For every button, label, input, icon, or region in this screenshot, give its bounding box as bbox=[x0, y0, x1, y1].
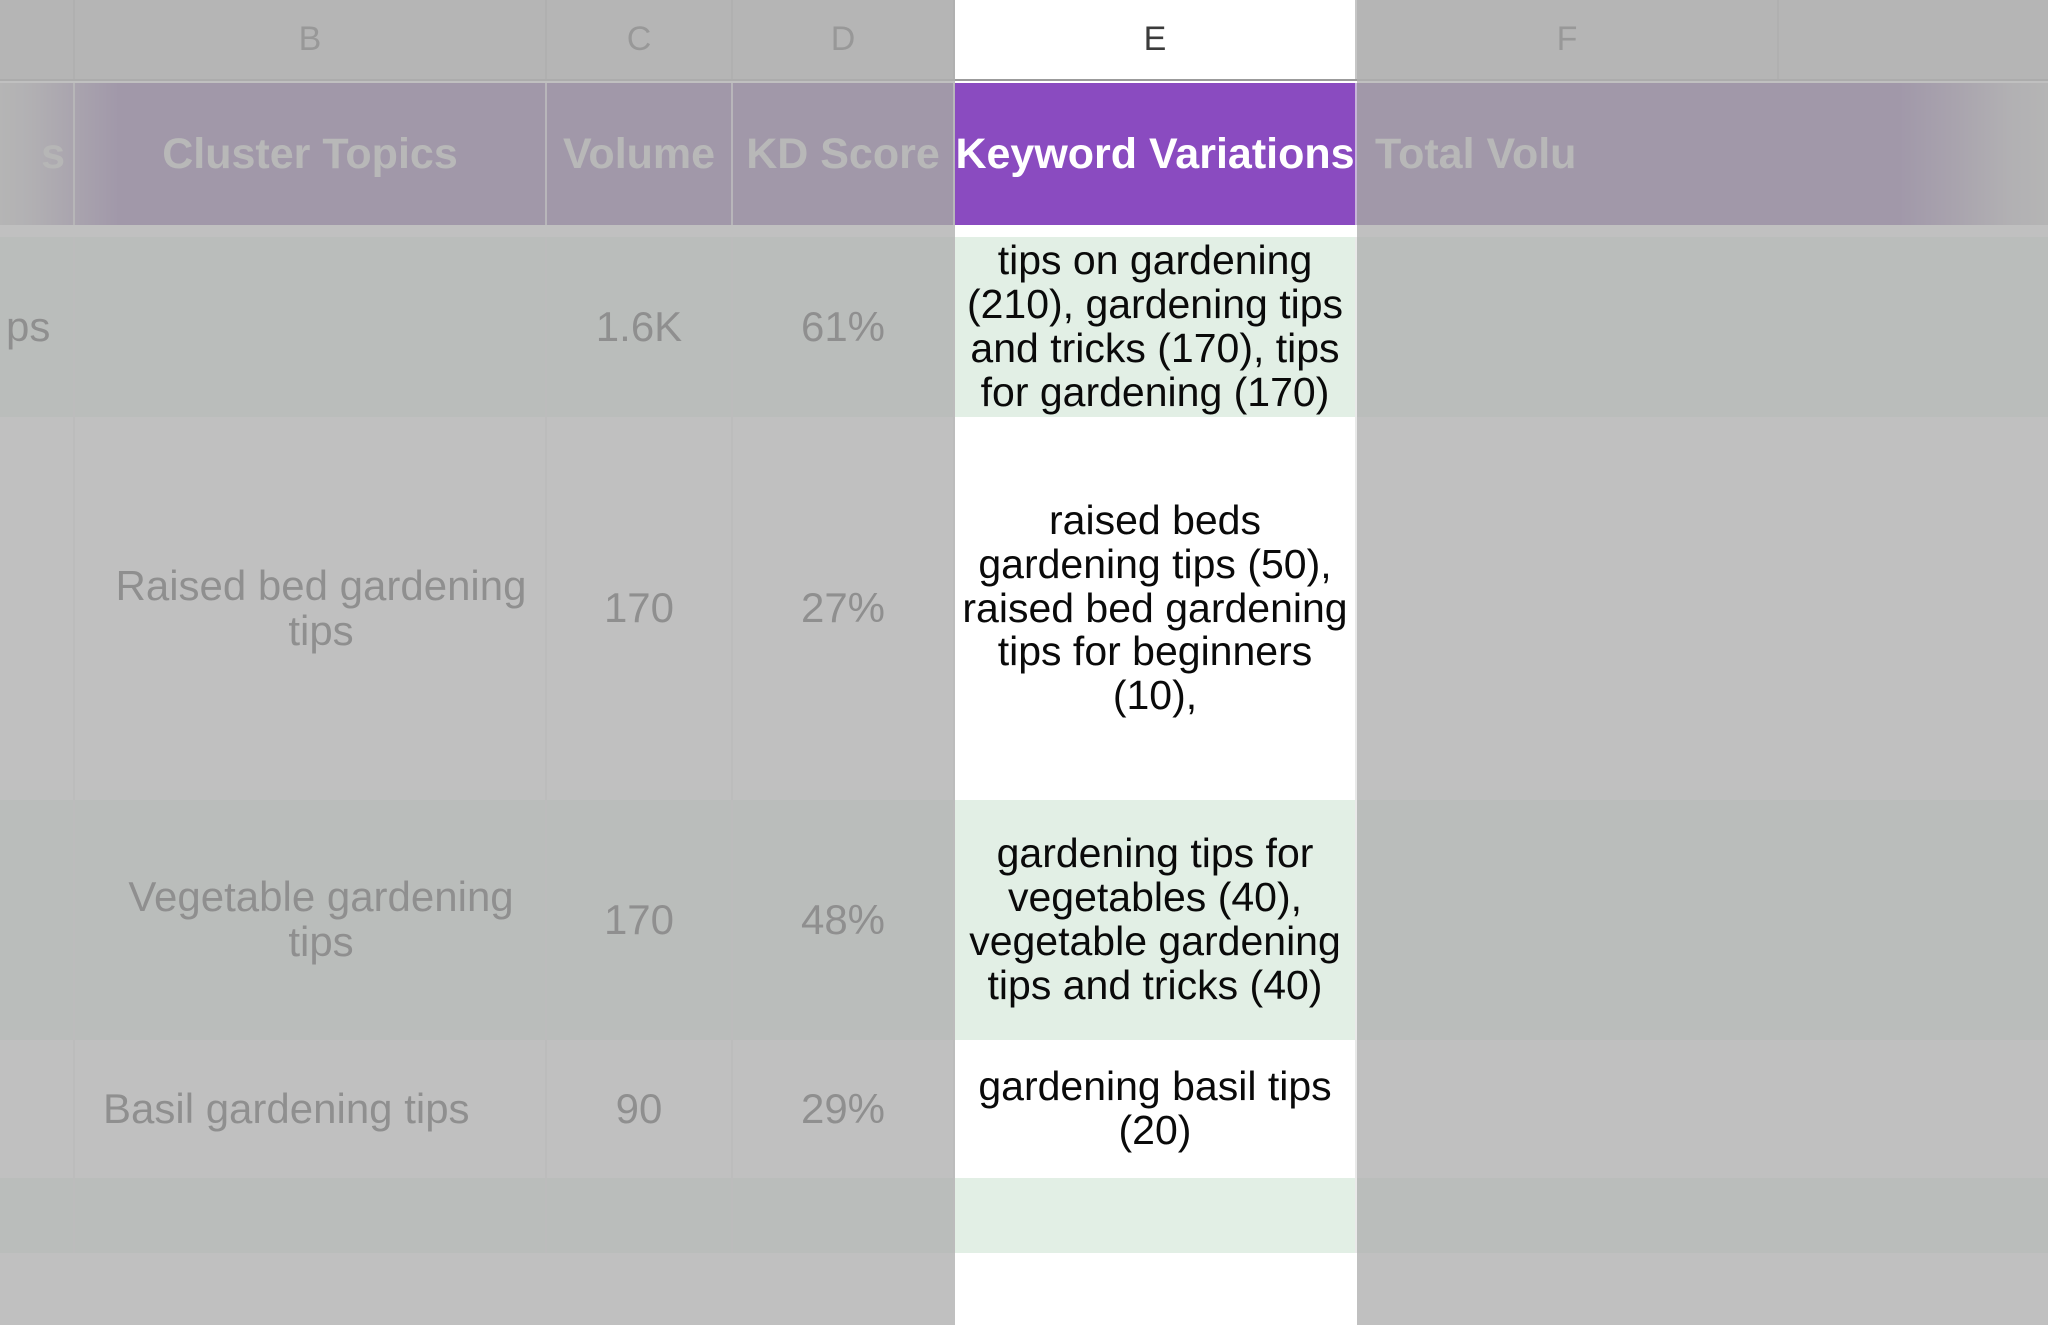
column-letter-b[interactable]: B bbox=[75, 0, 547, 79]
cell-keyword-variations[interactable]: gardening basil tips (20) bbox=[955, 1040, 1357, 1178]
table-header-keyword-variations[interactable]: Keyword Variations bbox=[955, 83, 1357, 225]
cell-keyword-variations[interactable]: tips on gardening (210), gardening tips … bbox=[955, 237, 1357, 417]
table-header-kd-score[interactable]: KD Score bbox=[733, 83, 955, 225]
table-header-cluster-topics[interactable]: Cluster Topics bbox=[75, 83, 547, 225]
table-row[interactable]: ps 1.6K 61% tips on gardening (210), gar… bbox=[0, 237, 2048, 417]
cell-keyword-variations[interactable] bbox=[955, 1178, 1357, 1253]
table-row[interactable]: Vegetable gardening tips 170 48% gardeni… bbox=[0, 800, 2048, 1040]
table-header-a[interactable]: s bbox=[0, 83, 75, 225]
cell-kd-score[interactable]: 48% bbox=[733, 800, 955, 1040]
table-row[interactable]: Raised bed gardening tips 170 27% raised… bbox=[0, 417, 2048, 800]
cell-volume[interactable]: 90 bbox=[547, 1040, 733, 1178]
cell-kd-score[interactable] bbox=[733, 1178, 955, 1253]
cell-kd-score[interactable]: 27% bbox=[733, 417, 955, 800]
cell-cluster-topic[interactable]: Basil gardening tips bbox=[75, 1040, 547, 1178]
cell-kd-score[interactable]: 29% bbox=[733, 1040, 955, 1178]
cell-a[interactable] bbox=[0, 800, 75, 1040]
table-header-row: s Cluster Topics Volume KD Score Keyword… bbox=[0, 83, 2048, 225]
cell-volume[interactable] bbox=[547, 1178, 733, 1253]
cell-keyword-variations[interactable]: gardening tips for vegetables (40), vege… bbox=[955, 800, 1357, 1040]
cell-a[interactable] bbox=[0, 1040, 75, 1178]
cell-total-volume[interactable] bbox=[1357, 237, 2048, 417]
table-row[interactable]: Basil gardening tips 90 29% gardening ba… bbox=[0, 1040, 2048, 1178]
column-letter-g[interactable] bbox=[1779, 0, 2048, 79]
cell-total-volume[interactable] bbox=[1357, 1040, 2048, 1178]
cell-total-volume[interactable] bbox=[1357, 1178, 2048, 1253]
column-header-strip: B C D E F bbox=[0, 0, 2048, 81]
table-row[interactable] bbox=[0, 1178, 2048, 1253]
column-letter-d[interactable]: D bbox=[733, 0, 955, 79]
cell-volume[interactable]: 170 bbox=[547, 417, 733, 800]
cell-a[interactable] bbox=[0, 1178, 75, 1253]
column-letter-f[interactable]: F bbox=[1357, 0, 1779, 79]
cell-cluster-topic[interactable] bbox=[75, 1178, 547, 1253]
cell-cluster-topic[interactable] bbox=[75, 237, 547, 417]
cell-empty[interactable] bbox=[0, 1253, 2048, 1325]
cell-cluster-topic[interactable]: Raised bed gardening tips bbox=[75, 417, 547, 800]
cell-volume[interactable]: 1.6K bbox=[547, 237, 733, 417]
cell-total-volume[interactable] bbox=[1357, 417, 2048, 800]
column-letter-c[interactable]: C bbox=[547, 0, 733, 79]
table-header-total-volume[interactable]: Total Volu bbox=[1357, 83, 2048, 225]
cell-a[interactable]: ps bbox=[0, 237, 75, 417]
cell-a[interactable] bbox=[0, 417, 75, 800]
column-letter-e[interactable]: E bbox=[955, 0, 1357, 79]
table-row-empty[interactable] bbox=[0, 1253, 2048, 1325]
cell-total-volume[interactable] bbox=[1357, 800, 2048, 1040]
cell-cluster-topic[interactable]: Vegetable gardening tips bbox=[75, 800, 547, 1040]
column-letter-a[interactable] bbox=[0, 0, 75, 79]
spreadsheet-grid: B C D E F s Cluster Topics Volume KD Sco… bbox=[0, 0, 2048, 1325]
cell-keyword-variations[interactable]: raised beds gardening tips (50), raised … bbox=[955, 417, 1357, 800]
table-header-volume[interactable]: Volume bbox=[547, 83, 733, 225]
cell-volume[interactable]: 170 bbox=[547, 800, 733, 1040]
cell-kd-score[interactable]: 61% bbox=[733, 237, 955, 417]
